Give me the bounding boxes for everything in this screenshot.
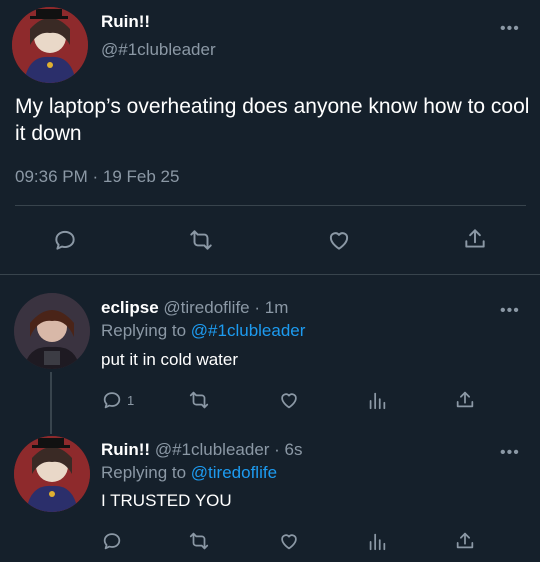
tweet-timestamp[interactable]: 09:36 PM · 19 Feb 25 — [15, 167, 179, 187]
reply-icon[interactable]: 1 — [101, 389, 134, 411]
replying-to-handle[interactable]: @#1clubleader — [191, 321, 306, 340]
reply-time[interactable]: · 1m — [254, 298, 288, 317]
replying-to-label: Replying to — [101, 321, 187, 340]
avatar-eclipse[interactable] — [14, 293, 90, 369]
retweet-icon[interactable] — [187, 389, 211, 411]
views-icon[interactable] — [366, 389, 388, 411]
share-icon[interactable] — [454, 530, 476, 552]
display-name[interactable]: Ruin!! — [101, 12, 150, 32]
more-icon[interactable]: ••• — [500, 445, 520, 461]
divider — [0, 274, 540, 275]
avatar-ruin[interactable] — [12, 7, 88, 83]
replying-to-label: Replying to — [101, 463, 187, 482]
views-icon[interactable] — [366, 530, 388, 552]
replying-to: Replying to @#1clubleader — [101, 321, 305, 341]
like-icon[interactable] — [277, 530, 301, 552]
reply-count: 1 — [127, 392, 135, 408]
tweet-text: My laptop’s overheating does anyone know… — [15, 95, 530, 145]
like-icon[interactable] — [277, 389, 301, 411]
reply-text: I TRUSTED YOU — [101, 491, 232, 510]
display-name[interactable]: Ruin!! — [101, 440, 150, 459]
user-handle[interactable]: @tiredoflife — [163, 298, 249, 317]
like-icon[interactable] — [325, 227, 353, 253]
replying-to-handle[interactable]: @tiredoflife — [191, 463, 277, 482]
divider — [15, 205, 526, 206]
display-name[interactable]: eclipse — [101, 298, 159, 317]
replying-to: Replying to @tiredoflife — [101, 463, 277, 483]
user-handle[interactable]: @#1clubleader — [101, 40, 216, 60]
reply-header: Ruin!! @#1clubleader · 6s — [101, 440, 303, 460]
retweet-icon[interactable] — [187, 227, 215, 253]
share-icon[interactable] — [462, 226, 488, 252]
thread-line — [50, 372, 52, 434]
share-icon[interactable] — [454, 389, 476, 411]
retweet-icon[interactable] — [187, 530, 211, 552]
reply-icon[interactable] — [101, 530, 123, 552]
user-handle[interactable]: @#1clubleader — [155, 440, 270, 459]
reply-text: put it in cold water — [101, 350, 239, 369]
reply-time[interactable]: · 6s — [274, 440, 302, 459]
more-icon[interactable]: ••• — [500, 21, 520, 37]
reply-header: eclipse @tiredoflife · 1m — [101, 298, 288, 318]
more-icon[interactable]: ••• — [500, 303, 520, 319]
avatar-ruin[interactable] — [14, 436, 90, 512]
reply-icon[interactable] — [52, 227, 78, 253]
